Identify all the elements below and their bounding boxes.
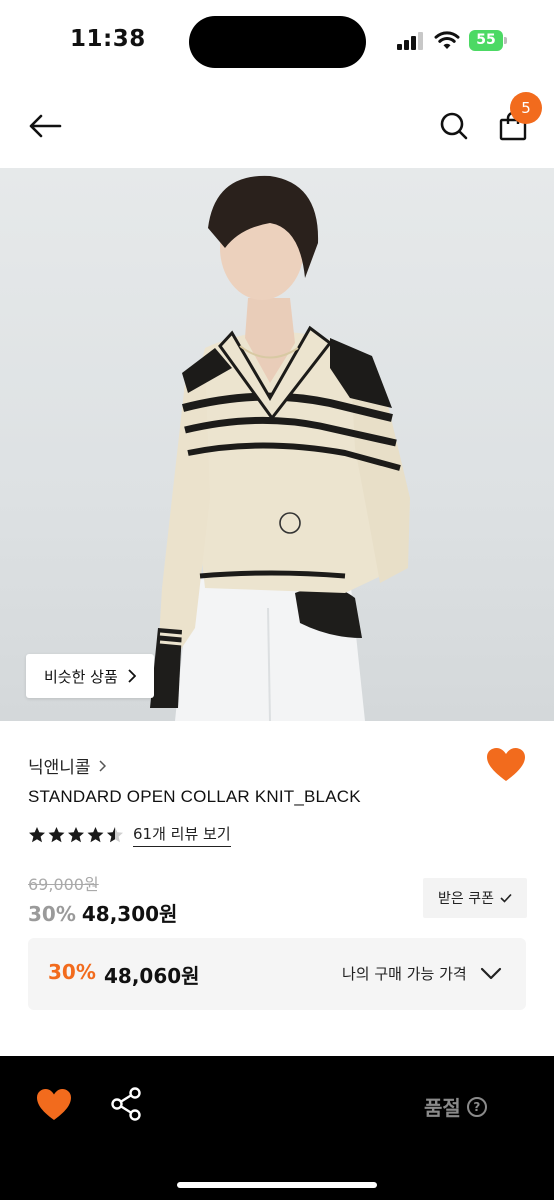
- search-icon: [440, 112, 468, 140]
- heart-icon[interactable]: [36, 1088, 72, 1122]
- model-photo: [150, 175, 410, 721]
- search-button[interactable]: [432, 104, 476, 148]
- rating-row: 61개 리뷰 보기: [28, 823, 231, 847]
- cellular-signal-icon: [397, 32, 425, 50]
- cart-count-badge: 5: [510, 92, 542, 124]
- product-title: STANDARD OPEN COLLAR KNIT_BLACK: [28, 787, 361, 806]
- discount-rate: 30%: [28, 902, 76, 926]
- review-link[interactable]: 61개 리뷰 보기: [133, 823, 231, 847]
- star-rating: [28, 826, 125, 844]
- my-price-label: 나의 구매 가능 가격: [342, 965, 467, 983]
- price-row: 30% 48,300원: [28, 898, 177, 927]
- chevron-right-icon: [99, 759, 106, 772]
- battery-level: 55: [469, 30, 503, 51]
- sold-out-label: 품절: [424, 1096, 461, 1120]
- home-indicator: [177, 1182, 377, 1188]
- product-image[interactable]: 비슷한 상품: [0, 168, 554, 721]
- share-icon[interactable]: [110, 1086, 142, 1122]
- sale-price: 48,300원: [81, 902, 178, 926]
- original-price: 69,000원: [28, 875, 99, 894]
- dynamic-island: [189, 16, 366, 68]
- similar-products-button[interactable]: 비슷한 상품: [26, 654, 154, 698]
- coupon-label: 받은 쿠폰: [438, 891, 494, 907]
- chevron-down-icon: [480, 967, 502, 980]
- wifi-icon: [434, 31, 460, 49]
- sold-out-status: 품절 ?: [424, 1092, 487, 1121]
- bottom-action-bar: 품절 ?: [0, 1056, 554, 1200]
- help-icon[interactable]: ?: [466, 1096, 487, 1117]
- my-price: 48,060원: [104, 964, 200, 988]
- my-price-dropdown[interactable]: 30% 48,060원 나의 구매 가능 가격: [28, 938, 526, 1010]
- my-discount-rate: 30%: [48, 960, 96, 984]
- star-icons: [29, 827, 123, 843]
- arrow-left-icon: [29, 114, 62, 138]
- received-coupon-button[interactable]: 받은 쿠폰: [423, 878, 527, 918]
- brand-name: 닉앤니콜: [28, 758, 91, 778]
- status-time: 11:38: [70, 26, 146, 52]
- top-nav: [0, 84, 554, 168]
- battery-icon: 55: [469, 30, 507, 51]
- brand-link[interactable]: 닉앤니콜: [28, 753, 106, 778]
- check-icon: [500, 893, 512, 903]
- heart-icon[interactable]: [486, 747, 526, 783]
- chevron-right-icon: [128, 669, 136, 683]
- similar-products-label: 비슷한 상품: [44, 667, 118, 686]
- status-bar: 11:38 55: [0, 0, 554, 84]
- back-button[interactable]: [22, 104, 68, 148]
